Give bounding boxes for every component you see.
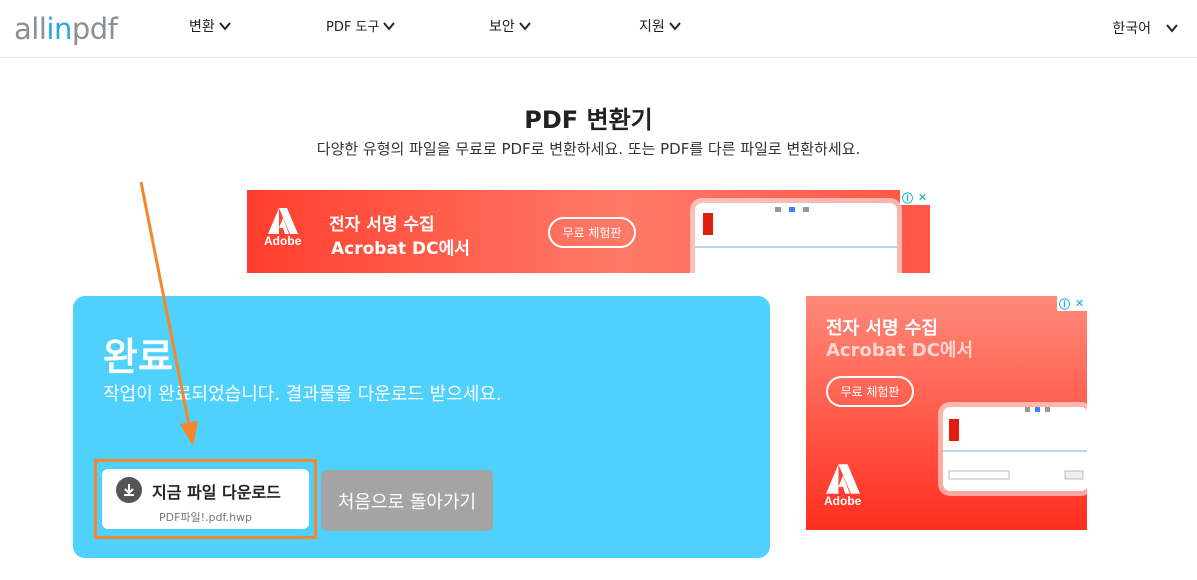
- download-button-label: 지금 파일 다운로드: [152, 483, 281, 502]
- top-header: all in pdf 변환 PDF 도구 보안 지원 한국어: [0, 0, 1197, 58]
- logo-text-pdf: pdf: [71, 12, 118, 46]
- language-label: 한국어: [1112, 21, 1151, 37]
- download-icon: [116, 477, 142, 503]
- document-preview-icon: [943, 407, 1087, 480]
- download-filename: PDF파일!.pdf.hwp: [158, 511, 253, 524]
- chevron-down-icon: [218, 22, 231, 31]
- chevron-down-icon: [1166, 24, 1178, 33]
- chevron-down-icon: [668, 22, 681, 31]
- nav-support[interactable]: 지원: [639, 16, 682, 36]
- nav-security[interactable]: 보안: [489, 16, 532, 36]
- ad-close-icon[interactable]: ✕: [915, 190, 930, 205]
- language-selector[interactable]: 한국어: [1112, 18, 1179, 38]
- page-title: PDF 변환기: [524, 106, 653, 134]
- top-banner-ad[interactable]: Adobe 전자 서명 수집 Acrobat DC에서 무료 체험판 ⓘ ✕: [247, 190, 930, 273]
- adobe-brand-text: Adobe: [824, 494, 862, 508]
- ad-trial-button[interactable]: 무료 체험판: [826, 376, 914, 407]
- ad-close-icon[interactable]: ✕: [1072, 296, 1087, 311]
- ad-screenshot-mock: [938, 402, 1087, 496]
- result-message: 작업이 완료되었습니다. 결과물을 다운로드 받으세요.: [103, 384, 502, 405]
- adobe-logo: Adobe: [264, 208, 301, 248]
- ad-headline: 전자 서명 수집: [329, 215, 435, 235]
- adobe-logo-icon: [267, 208, 298, 234]
- nav-security-label: 보안: [489, 19, 515, 35]
- side-banner-ad[interactable]: 전자 서명 수집 Acrobat DC에서 무료 체험판 Adobe ⓘ ✕: [806, 296, 1087, 530]
- ad-info-icon[interactable]: ⓘ: [1057, 296, 1072, 311]
- nav-pdf-tools[interactable]: PDF 도구: [326, 16, 396, 35]
- ad-trial-button[interactable]: 무료 체험판: [548, 217, 636, 248]
- logo-text-all: all: [14, 12, 47, 46]
- chevron-down-icon: [383, 21, 396, 31]
- nav-pdf-tools-label: PDF 도구: [326, 20, 380, 35]
- ad-subheadline: Acrobat DC에서: [826, 340, 974, 361]
- nav-convert-label: 변환: [189, 19, 215, 35]
- page-subtitle: 다양한 유형의 파일을 무료로 PDF로 변환하세요. 또는 PDF를 다른 파…: [316, 140, 861, 158]
- ad-choices[interactable]: ⓘ ✕: [900, 190, 930, 205]
- adobe-logo: Adobe: [824, 464, 861, 508]
- adobe-logo-icon: [825, 464, 860, 494]
- ad-choices[interactable]: ⓘ ✕: [1057, 296, 1087, 311]
- nav-convert[interactable]: 변환: [189, 16, 232, 36]
- download-file-button[interactable]: 지금 파일 다운로드 PDF파일!.pdf.hwp: [102, 469, 309, 529]
- document-preview-icon: [695, 207, 897, 248]
- chevron-down-icon: [518, 22, 531, 31]
- conversion-result-panel: 완료 작업이 완료되었습니다. 결과물을 다운로드 받으세요. 지금 파일 다운…: [73, 296, 770, 558]
- ad-info-icon[interactable]: ⓘ: [900, 190, 915, 205]
- nav-support-label: 지원: [639, 19, 665, 35]
- ad-screenshot-mock: [690, 198, 902, 273]
- adobe-brand-text: Adobe: [264, 234, 302, 248]
- allinpdf-logo[interactable]: all in pdf: [14, 10, 118, 46]
- logo-text-in: in: [46, 12, 72, 46]
- ad-subheadline: Acrobat DC에서: [331, 239, 470, 259]
- result-heading: 완료: [103, 335, 173, 379]
- back-to-start-button[interactable]: 처음으로 돌아가기: [321, 470, 493, 531]
